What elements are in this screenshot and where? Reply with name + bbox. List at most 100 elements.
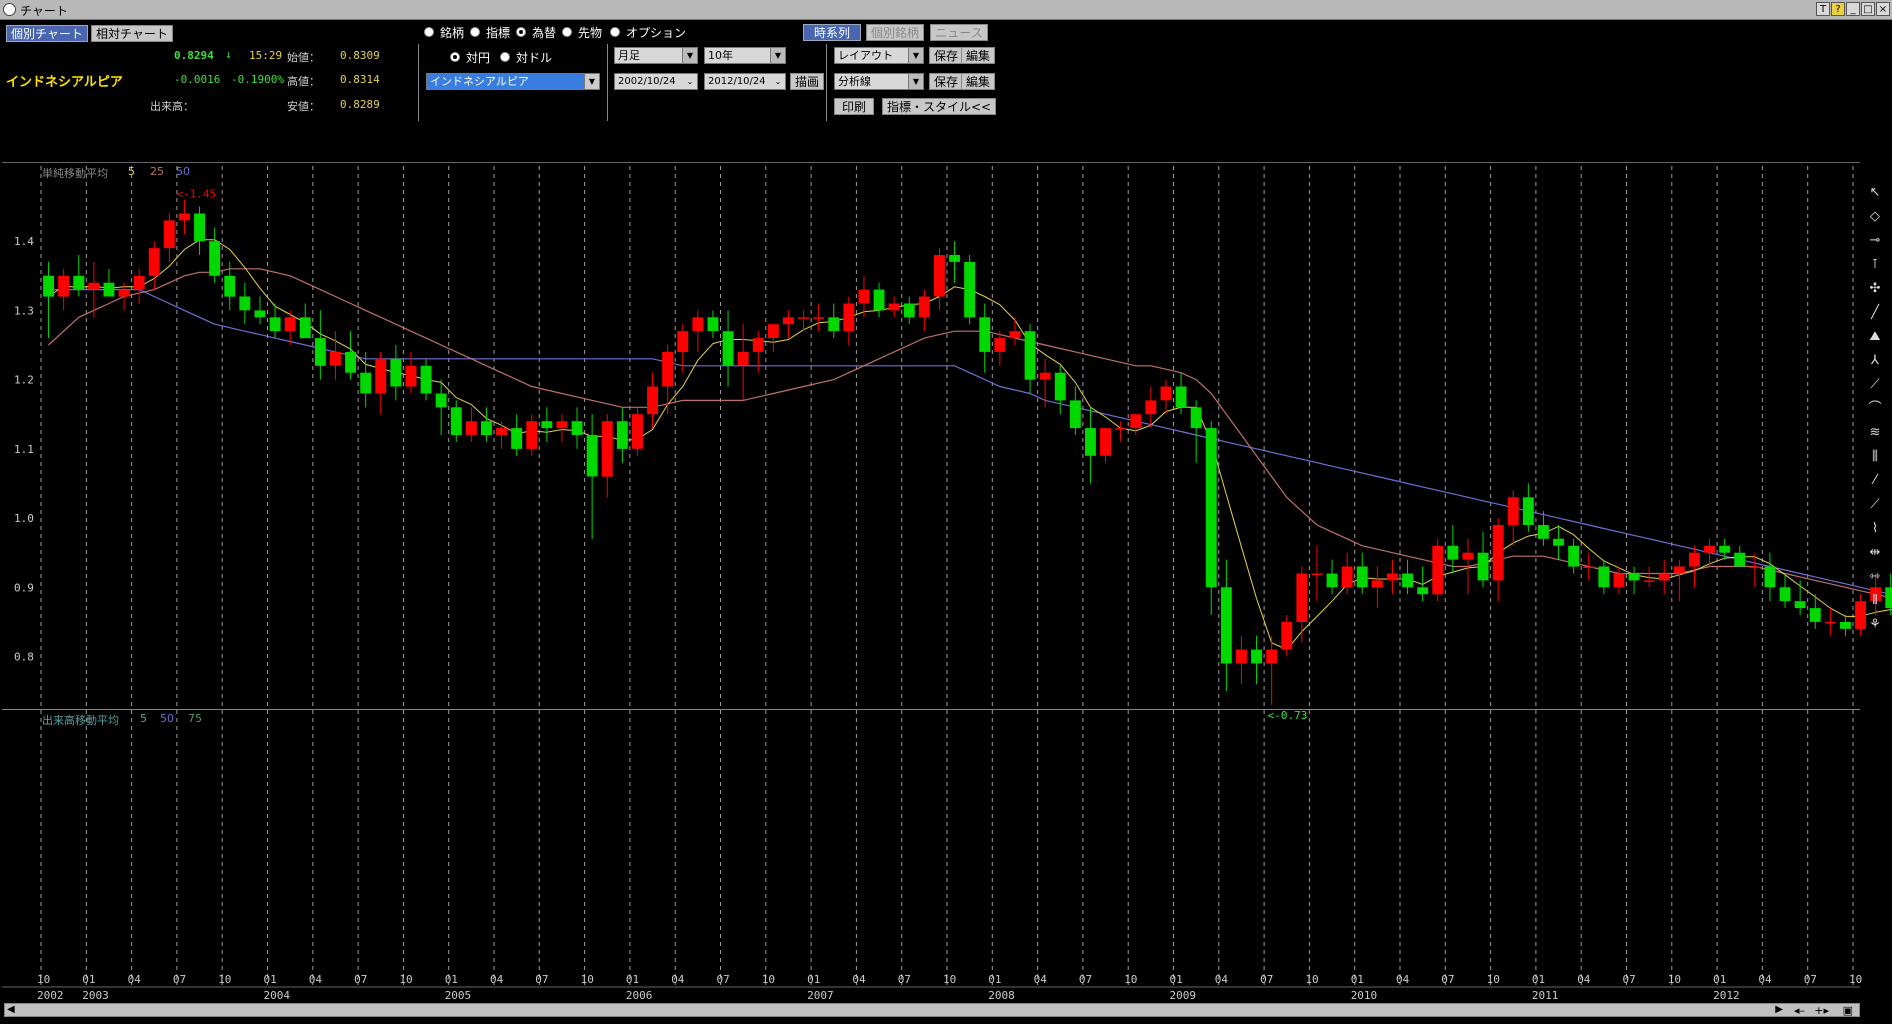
draw-icon[interactable]: ⚘: [1867, 617, 1883, 633]
arc-icon[interactable]: ⌒: [1867, 401, 1883, 417]
pointer-icon[interactable]: ↖: [1867, 185, 1883, 201]
candle-body: [1477, 552, 1489, 581]
candle-body: [1492, 525, 1504, 581]
candle-body: [1764, 566, 1776, 588]
x-year-label: 2008: [988, 989, 1015, 1002]
candle-body: [1039, 372, 1051, 380]
x-year-label: 2010: [1351, 989, 1378, 1002]
candle-body: [1236, 649, 1247, 664]
candle-body: [450, 407, 462, 435]
candle-body: [1538, 525, 1549, 539]
bars-icon[interactable]: ⫴: [1867, 593, 1883, 609]
candle-body: [330, 351, 341, 366]
candle-body: [1734, 552, 1746, 567]
candle-body: [1009, 331, 1021, 339]
scroll-right-icon[interactable]: ▶: [1775, 1004, 1783, 1015]
candle-body: [858, 289, 870, 304]
candle-body: [1371, 580, 1383, 588]
y-tick-label: 1.4: [14, 235, 34, 248]
scroll-left-icon[interactable]: ◀: [7, 1004, 15, 1015]
fan-icon[interactable]: ⛰: [1867, 329, 1883, 345]
zoom-in-icon[interactable]: +▸: [1814, 1004, 1829, 1017]
candle-body: [269, 317, 281, 332]
candle-body: [1402, 573, 1413, 588]
candle-body: [677, 331, 689, 352]
cross-icon[interactable]: ✣: [1867, 281, 1883, 297]
candle-body: [1840, 621, 1851, 629]
low-annotation: <-0.73: [1268, 709, 1308, 722]
x-month-label: 01: [1351, 973, 1364, 986]
candle-body: [1024, 331, 1036, 380]
candle-body: [1568, 545, 1580, 567]
candle-body: [1130, 414, 1142, 428]
x-month-label: 07: [898, 973, 911, 986]
candle-body: [692, 317, 704, 332]
candle-body: [918, 296, 930, 318]
x-month-label: 01: [264, 973, 277, 986]
pitchfork-icon[interactable]: ⅄: [1867, 353, 1883, 369]
x-month-label: 01: [1170, 973, 1183, 986]
candle-body: [1085, 428, 1096, 456]
candle-body: [722, 331, 734, 366]
candle-body: [1553, 538, 1564, 546]
x-month-label: 10: [1668, 973, 1681, 986]
zoom-out-icon[interactable]: ◂–: [1794, 1004, 1805, 1017]
candle-body: [194, 213, 205, 242]
candle-body: [783, 317, 794, 325]
trendline-icon[interactable]: ╱: [1867, 305, 1883, 321]
x-month-label: 07: [1079, 973, 1092, 986]
candle-body: [752, 338, 764, 352]
candle-body: [163, 220, 175, 249]
hline-icon[interactable]: ⊸: [1867, 233, 1883, 249]
candle-body: [299, 317, 311, 339]
fit-icon[interactable]: ▣: [1843, 1004, 1853, 1017]
x-year-label: 2005: [445, 989, 472, 1002]
candle-body: [465, 421, 477, 435]
candle-body: [647, 386, 658, 415]
candle-body: [88, 282, 100, 290]
candle-body: [1054, 372, 1066, 401]
candle-body: [209, 241, 221, 276]
candle-body: [390, 358, 402, 387]
candle-body: [1462, 552, 1474, 560]
ray-icon[interactable]: ⁄: [1867, 473, 1883, 489]
candle-body: [903, 303, 915, 318]
chart-canvas: 10 01 04 07 10 01 04 07 10 01 04 07 10 01 04 07 10 01 04 07…: [2, 166, 1892, 1002]
candle-body: [828, 317, 840, 332]
x-month-label: 04: [1758, 973, 1772, 986]
candle-body: [616, 421, 628, 449]
candle-body: [1220, 587, 1232, 664]
gann-icon[interactable]: ⟋: [1867, 377, 1883, 393]
candle-body: [1356, 566, 1368, 588]
x-month-label: 01: [1532, 973, 1545, 986]
candle-body: [994, 338, 1006, 352]
fib-ext-icon[interactable]: ⟋: [1867, 497, 1883, 513]
candle-body: [1658, 573, 1670, 581]
candle-body: [118, 289, 130, 297]
candle-body: [1809, 608, 1821, 622]
candle-body: [1643, 580, 1655, 582]
candle-body: [1281, 621, 1293, 650]
candle-body: [1417, 587, 1429, 595]
candle-body: [481, 421, 492, 435]
x-month-label: 10: [37, 973, 50, 986]
x-month-label: 10: [943, 973, 956, 986]
fib-icon[interactable]: ⫼: [1867, 449, 1883, 465]
candle-body: [1175, 386, 1187, 408]
channel-icon[interactable]: ≋: [1867, 425, 1883, 441]
x-year-label: 2004: [264, 989, 291, 1002]
range-icon[interactable]: ⇹: [1867, 545, 1883, 561]
span-icon[interactable]: ⇿: [1867, 569, 1883, 585]
vline-icon[interactable]: ⊺: [1867, 257, 1883, 273]
y-tick-label: 1.2: [14, 374, 34, 387]
y-tick-label: 0.9: [14, 581, 34, 594]
eraser-icon[interactable]: ◇: [1867, 209, 1883, 225]
candle-body: [1387, 573, 1398, 581]
zigzag-icon[interactable]: ⌇: [1867, 521, 1883, 537]
x-month-label: 10: [399, 973, 412, 986]
candle-body: [1341, 566, 1353, 588]
candle-body: [1613, 573, 1625, 588]
x-month-label: 07: [717, 973, 730, 986]
time-scrollbar[interactable]: ◀ ▶ ◂– +▸ ▣: [4, 1003, 1860, 1017]
candle-body: [1689, 552, 1700, 567]
